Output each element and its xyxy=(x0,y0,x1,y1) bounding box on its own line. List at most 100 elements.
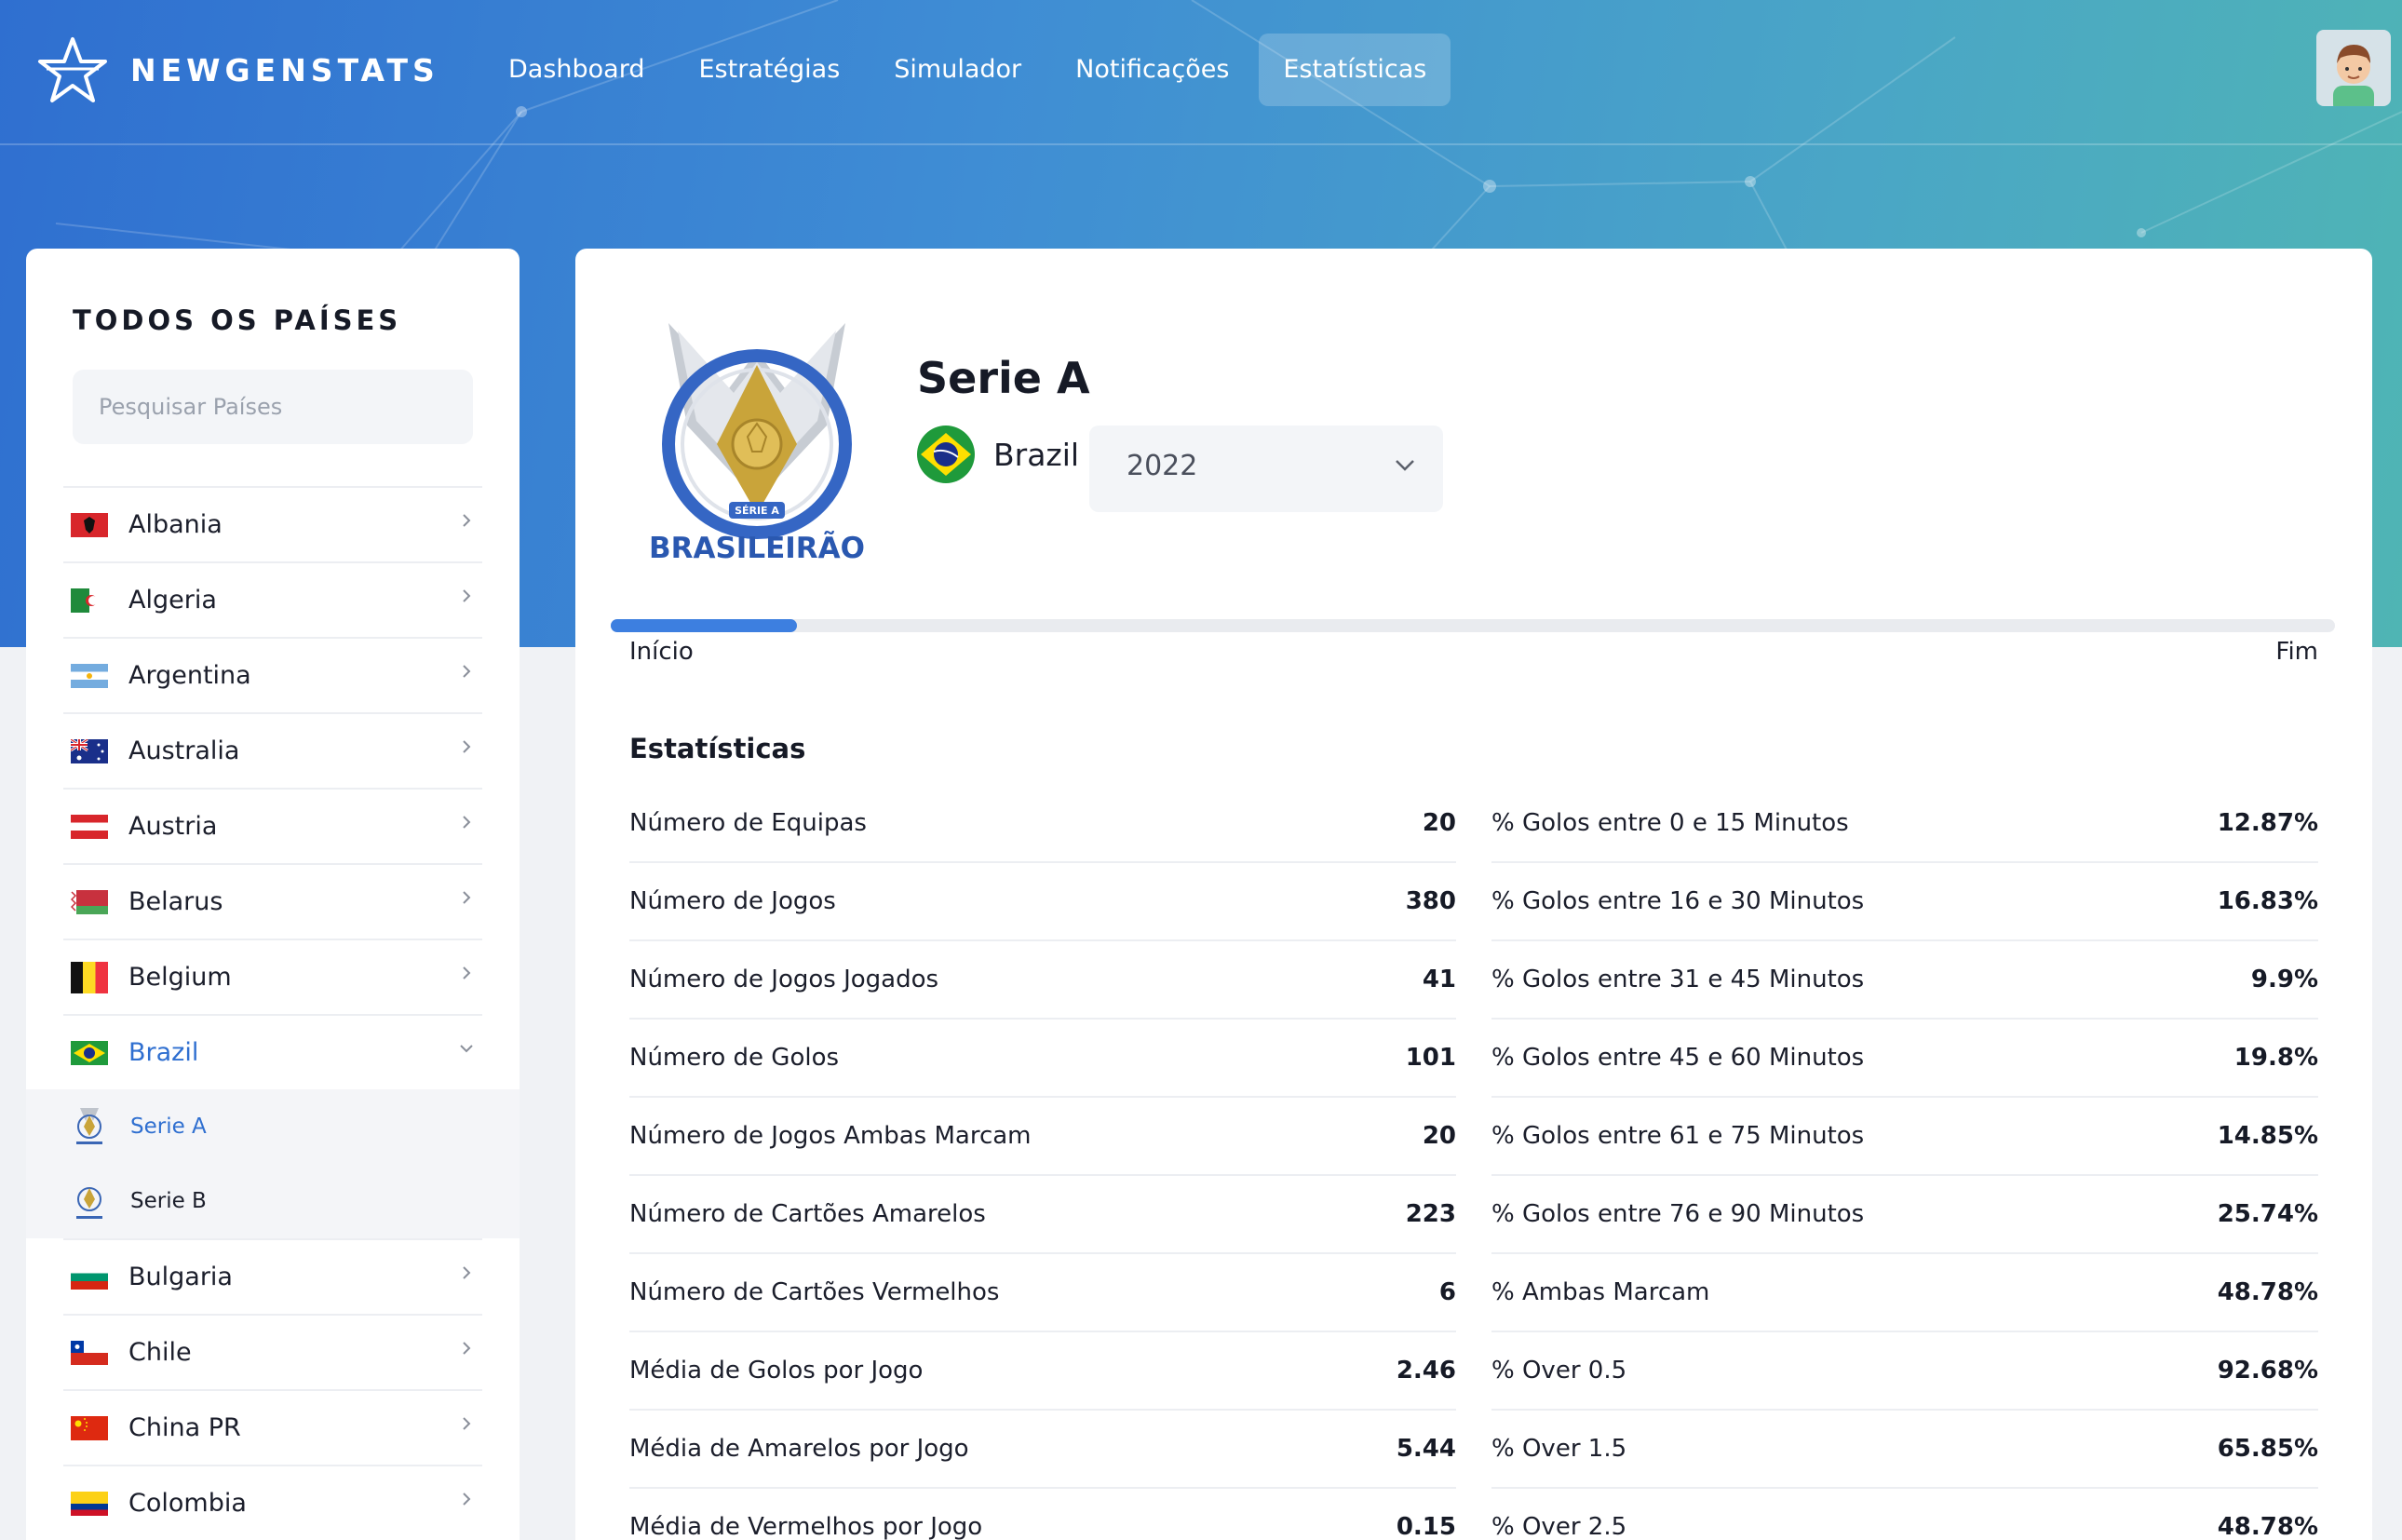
chevron-right-icon xyxy=(463,514,471,527)
country-name: Australia xyxy=(128,736,240,765)
austria-flag-icon xyxy=(71,814,108,839)
country-list: Albania Algeria Argentina Australia Aust… xyxy=(26,486,520,1540)
star-logo-icon xyxy=(38,37,107,102)
argentina-flag-icon xyxy=(71,663,108,688)
season-value: 2022 xyxy=(1127,450,1198,482)
stat-row: Número de Cartões Amarelos 223 xyxy=(629,1176,1456,1254)
chile-flag-icon xyxy=(71,1340,108,1365)
user-avatar[interactable] xyxy=(2316,30,2391,106)
stats-column-right: % Golos entre 0 e 15 Minutos 12.87% % Gol… xyxy=(1491,785,2318,1540)
country-name: China PR xyxy=(128,1413,241,1442)
country-item-belgium[interactable]: Belgium xyxy=(63,939,482,1014)
stat-row: Número de Equipas 20 xyxy=(629,785,1456,863)
stat-label: Média de Vermelhos por Jogo xyxy=(629,1513,983,1540)
stat-value: 380 xyxy=(1405,887,1456,915)
country-item-chile[interactable]: Chile xyxy=(63,1314,482,1389)
progress-end-label: Fim xyxy=(2275,638,2318,666)
countries-sidebar: TODOS OS PAÍSES Albania Algeria Argentin… xyxy=(26,249,520,1540)
progress-start-label: Início xyxy=(629,638,694,666)
stat-value: 25.74% xyxy=(2217,1200,2318,1228)
stat-value: 48.78% xyxy=(2217,1513,2318,1540)
stat-label: Número de Jogos Ambas Marcam xyxy=(629,1122,1032,1150)
stat-label: % Golos entre 61 e 75 Minutos xyxy=(1491,1122,1865,1150)
stat-label: Número de Cartões Amarelos xyxy=(629,1200,986,1228)
chevron-right-icon xyxy=(463,1342,471,1355)
brazil-flag-icon xyxy=(917,426,975,483)
stat-value: 5.44 xyxy=(1396,1435,1456,1463)
albania-flag-icon xyxy=(71,512,108,537)
nav-estrategias[interactable]: Estratégias xyxy=(674,34,864,106)
country-item-austria[interactable]: Austria xyxy=(63,788,482,863)
header-divider xyxy=(0,143,2402,145)
stat-label: % Golos entre 45 e 60 Minutos xyxy=(1491,1044,1865,1072)
nav-estatisticas[interactable]: Estatísticas xyxy=(1259,34,1451,106)
country-search-input[interactable] xyxy=(73,370,473,444)
season-progress-fill xyxy=(611,619,798,632)
stat-row: % Ambas Marcam 48.78% xyxy=(1491,1254,2318,1332)
country-item-australia[interactable]: Australia xyxy=(63,712,482,788)
country-item-albania[interactable]: Albania xyxy=(63,486,482,561)
stat-value: 2.46 xyxy=(1396,1357,1456,1385)
stat-label: % Over 2.5 xyxy=(1491,1513,1627,1540)
brazil-leagues: Serie A Serie B xyxy=(26,1089,520,1238)
stat-value: 92.68% xyxy=(2217,1357,2318,1385)
league-crest: SÉRIE A BRASILEIRÃO xyxy=(641,314,873,565)
brand-logo[interactable]: NEWGENSTATS xyxy=(37,35,439,104)
chevron-right-icon xyxy=(463,1417,471,1430)
nav-notificacoes[interactable]: Notificações xyxy=(1051,34,1253,106)
chevron-right-icon xyxy=(463,589,471,602)
country-item-algeria[interactable]: Algeria xyxy=(63,561,482,637)
league-item-serie-b[interactable]: Serie B xyxy=(26,1164,520,1238)
country-name: Belgium xyxy=(128,963,232,992)
chevron-right-icon xyxy=(463,1266,471,1279)
stat-row: Número de Jogos Ambas Marcam 20 xyxy=(629,1098,1456,1176)
league-stats-panel: SÉRIE A BRASILEIRÃO Serie A Brazil 2022 … xyxy=(575,249,2372,1540)
stat-label: Média de Amarelos por Jogo xyxy=(629,1435,969,1463)
chevron-down-icon xyxy=(1396,460,1414,471)
nav-dashboard[interactable]: Dashboard xyxy=(484,34,668,106)
avatar-icon xyxy=(2333,45,2374,106)
stat-label: Número de Cartões Vermelhos xyxy=(629,1278,1000,1306)
stat-value: 12.87% xyxy=(2217,809,2318,837)
nav-simulador[interactable]: Simulador xyxy=(870,34,1046,106)
stat-label: Número de Jogos Jogados xyxy=(629,966,939,993)
stat-value: 9.9% xyxy=(2250,966,2318,993)
stat-value: 0.15 xyxy=(1396,1513,1456,1540)
season-select[interactable]: 2022 xyxy=(1089,426,1443,512)
stat-row: % Golos entre 0 e 15 Minutos 12.87% xyxy=(1491,785,2318,863)
stat-label: Média de Golos por Jogo xyxy=(629,1357,924,1385)
stat-row: Número de Golos 101 xyxy=(629,1020,1456,1098)
belarus-flag-icon xyxy=(71,889,108,914)
stat-row: Média de Amarelos por Jogo 5.44 xyxy=(629,1411,1456,1489)
country-name: Bulgaria xyxy=(128,1263,233,1291)
country-item-argentina[interactable]: Argentina xyxy=(63,637,482,712)
country-name: Belarus xyxy=(128,887,223,916)
country-item-china[interactable]: China PR xyxy=(63,1389,482,1465)
chevron-down-icon xyxy=(460,1045,473,1053)
chevron-right-icon xyxy=(463,740,471,753)
league-item-serie-a[interactable]: Serie A xyxy=(26,1089,520,1164)
stat-row: % Over 2.5 48.78% xyxy=(1491,1489,2318,1540)
crest-badge: SÉRIE A xyxy=(735,505,779,517)
country-item-bulgaria[interactable]: Bulgaria xyxy=(63,1238,482,1314)
country-name: Albania xyxy=(128,510,223,539)
colombia-flag-icon xyxy=(71,1491,108,1516)
stat-row: Número de Jogos 380 xyxy=(629,863,1456,941)
stat-label: % Over 1.5 xyxy=(1491,1435,1627,1463)
league-country: Brazil xyxy=(917,426,1079,483)
stat-label: Número de Golos xyxy=(629,1044,840,1072)
stat-label: % Golos entre 0 e 15 Minutos xyxy=(1491,809,1849,837)
stat-row: % Golos entre 61 e 75 Minutos 14.85% xyxy=(1491,1098,2318,1176)
country-item-belarus[interactable]: Belarus xyxy=(63,863,482,939)
stat-row: Média de Vermelhos por Jogo 0.15 xyxy=(629,1489,1456,1540)
stats-section-title: Estatísticas xyxy=(629,733,806,764)
country-item-brazil[interactable]: Brazil xyxy=(63,1014,482,1089)
stat-value: 14.85% xyxy=(2217,1122,2318,1150)
main-nav: Dashboard Estratégias Simulador Notifica… xyxy=(484,34,1456,106)
sidebar-title: TODOS OS PAÍSES xyxy=(73,304,402,336)
stat-label: % Over 0.5 xyxy=(1491,1357,1627,1385)
country-item-colombia[interactable]: Colombia xyxy=(63,1465,482,1540)
country-name: Chile xyxy=(128,1338,192,1367)
stat-value: 20 xyxy=(1422,809,1456,837)
australia-flag-icon xyxy=(71,738,108,763)
